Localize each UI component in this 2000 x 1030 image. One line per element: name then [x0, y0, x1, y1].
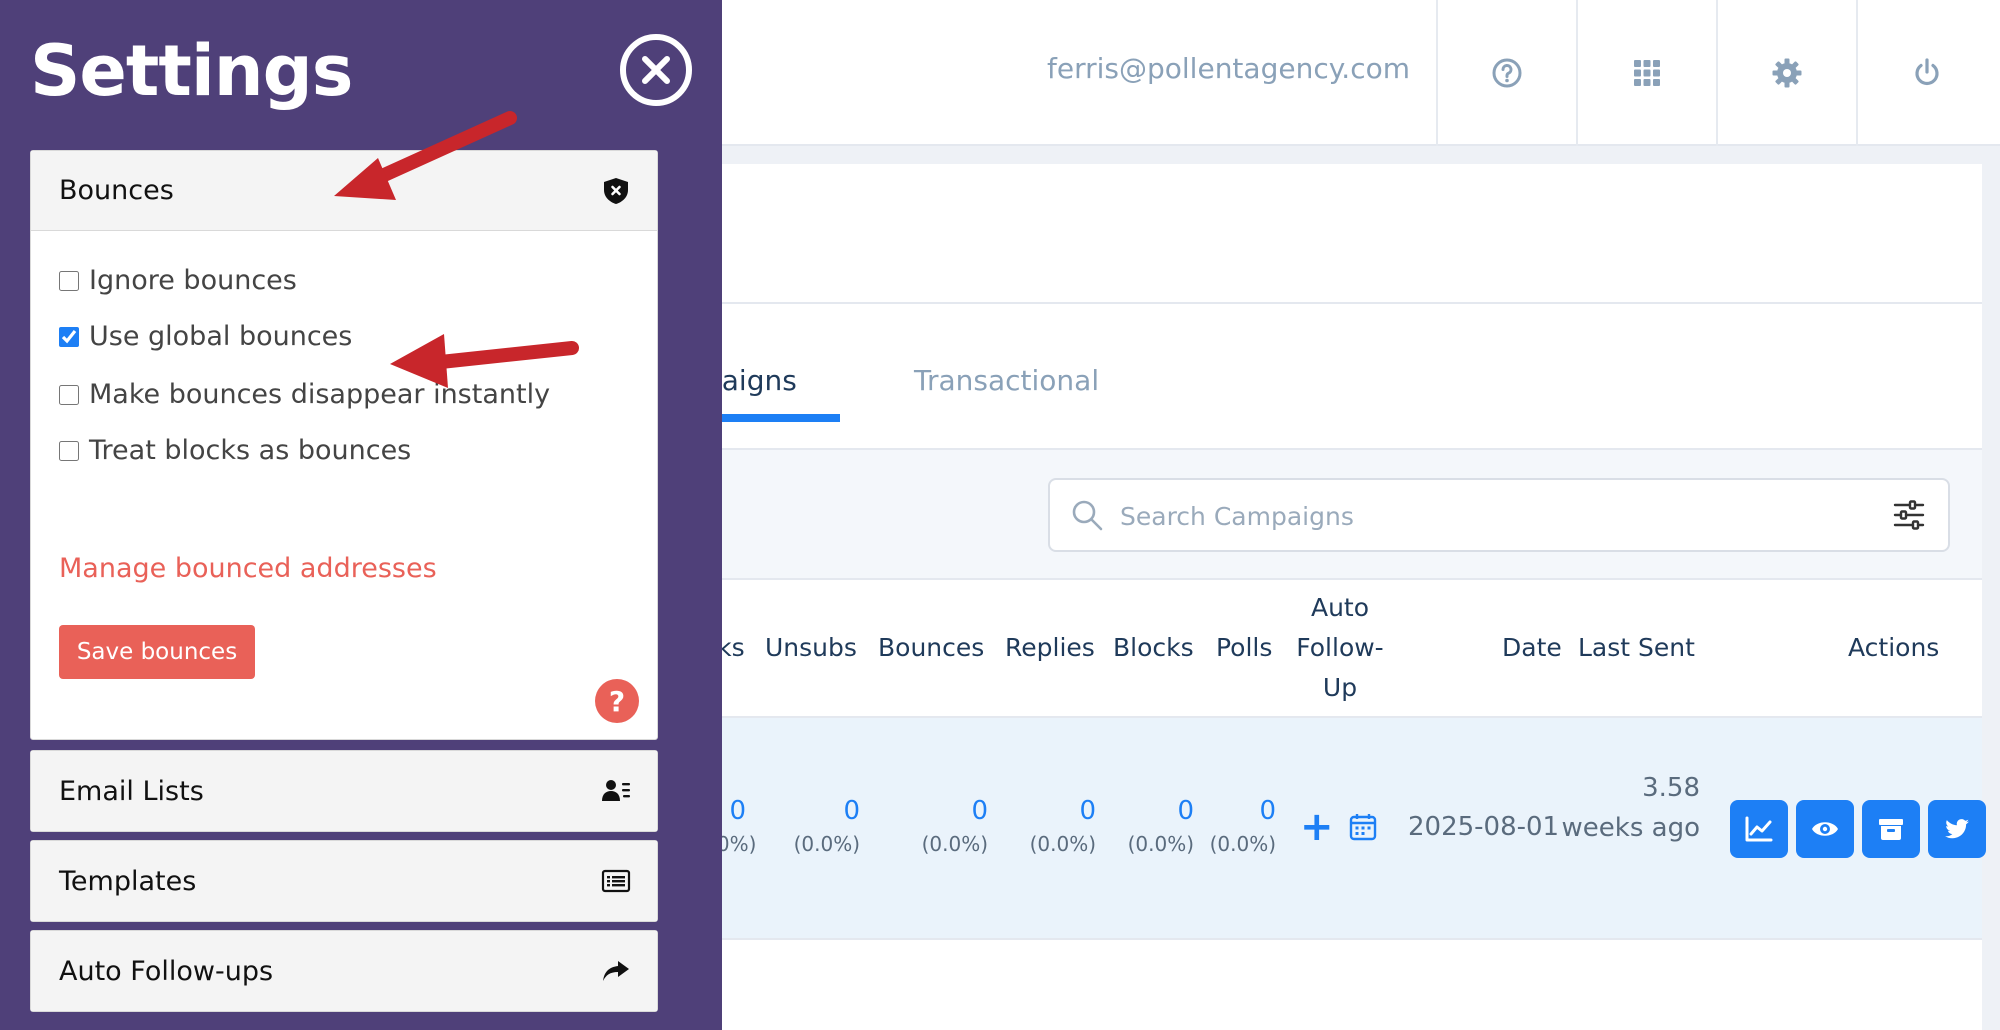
save-bounces-button[interactable]: Save bounces — [59, 625, 255, 679]
cell-bounces: 0 (0.0%) — [921, 796, 988, 856]
list-alt-icon — [601, 869, 631, 893]
search-icon — [1072, 500, 1103, 531]
bounces-section-title: Bounces — [59, 175, 174, 206]
help-button[interactable]: ? — [595, 679, 639, 723]
ignore-bounces-checkbox[interactable] — [59, 270, 79, 291]
cell-blocks: 0 (0.0%) — [1127, 796, 1194, 856]
email-lists-section-header[interactable]: Email Lists — [31, 751, 657, 831]
treat-blocks-as-bounces-checkbox[interactable] — [59, 440, 79, 461]
add-follow-up-button[interactable]: + — [1300, 807, 1334, 847]
auto-follow-ups-section: Auto Follow-ups — [30, 930, 658, 1012]
col-auto-follow-up[interactable]: Auto Follow-Up — [1290, 588, 1390, 708]
user-list-icon — [602, 780, 630, 801]
bounces-section-header[interactable]: Bounces — [31, 151, 657, 231]
help-icon[interactable] — [1436, 0, 1576, 146]
apps-grid-icon[interactable] — [1576, 0, 1716, 146]
col-unsubs[interactable]: Unsubs — [765, 628, 857, 668]
power-icon[interactable] — [1856, 0, 1996, 146]
cell-auto-follow-up: + — [1300, 807, 1378, 847]
make-bounces-disappear-checkbox[interactable] — [59, 384, 79, 405]
cell-replies: 0 (0.0%) — [1029, 796, 1096, 856]
cell-unsubs: 0 (0.0%) — [793, 796, 860, 856]
eye-icon — [1812, 822, 1838, 836]
col-blocks[interactable]: Blocks — [1113, 628, 1194, 668]
col-bounces[interactable]: Bounces — [878, 628, 984, 668]
share-arrow-icon — [603, 961, 629, 981]
user-email[interactable]: ferris@pollentagency.com — [1047, 52, 1410, 85]
cell-date: 2025-08-01 — [1408, 812, 1560, 842]
settings-title: Settings — [30, 30, 353, 112]
auto-follow-ups-section-header[interactable]: Auto Follow-ups — [31, 931, 657, 1011]
chart-icon — [1745, 816, 1773, 842]
use-global-bounces-checkbox[interactable] — [59, 326, 79, 347]
ignore-bounces-option[interactable]: Ignore bounces — [59, 265, 297, 296]
gear-icon[interactable] — [1716, 0, 1856, 146]
make-bounces-disappear-option[interactable]: Make bounces disappear instantly — [59, 379, 550, 410]
archive-icon — [1879, 819, 1903, 840]
treat-blocks-as-bounces-option[interactable]: Treat blocks as bounces — [59, 435, 411, 466]
col-polls[interactable]: Polls — [1216, 628, 1272, 668]
close-settings-button[interactable] — [620, 34, 692, 106]
archive-button[interactable] — [1862, 800, 1920, 858]
tweet-button[interactable] — [1928, 800, 1986, 858]
use-global-bounces-option[interactable]: Use global bounces — [59, 321, 352, 352]
col-replies[interactable]: Replies — [1005, 628, 1095, 668]
filter-sliders-icon[interactable] — [1892, 498, 1926, 532]
col-actions: Actions — [1848, 633, 1940, 662]
bounces-section: Bounces Ignore bounces Use global bounce… — [30, 150, 658, 740]
preview-button[interactable] — [1796, 800, 1854, 858]
col-date[interactable]: Date — [1502, 628, 1562, 668]
calendar-icon[interactable] — [1348, 812, 1378, 842]
cell-last-sent: 3.58 weeks ago — [1561, 773, 1700, 843]
settings-panel: Settings Bounces Ignore bounces Use glob… — [0, 0, 722, 1030]
col-last-sent[interactable]: Last Sent — [1578, 628, 1695, 668]
search-box — [1048, 478, 1950, 552]
twitter-icon — [1945, 819, 1969, 839]
templates-section: Templates — [30, 840, 658, 922]
stats-button[interactable] — [1730, 800, 1788, 858]
tab-transactional[interactable]: Transactional — [914, 364, 1099, 397]
templates-section-header[interactable]: Templates — [31, 841, 657, 921]
email-lists-section: Email Lists — [30, 750, 658, 832]
close-icon — [642, 56, 670, 84]
search-input[interactable] — [1120, 494, 1880, 538]
shield-x-icon — [604, 177, 628, 204]
cell-polls: 0 (0.0%) — [1209, 796, 1276, 856]
manage-bounced-addresses-link[interactable]: Manage bounced addresses — [59, 553, 437, 584]
